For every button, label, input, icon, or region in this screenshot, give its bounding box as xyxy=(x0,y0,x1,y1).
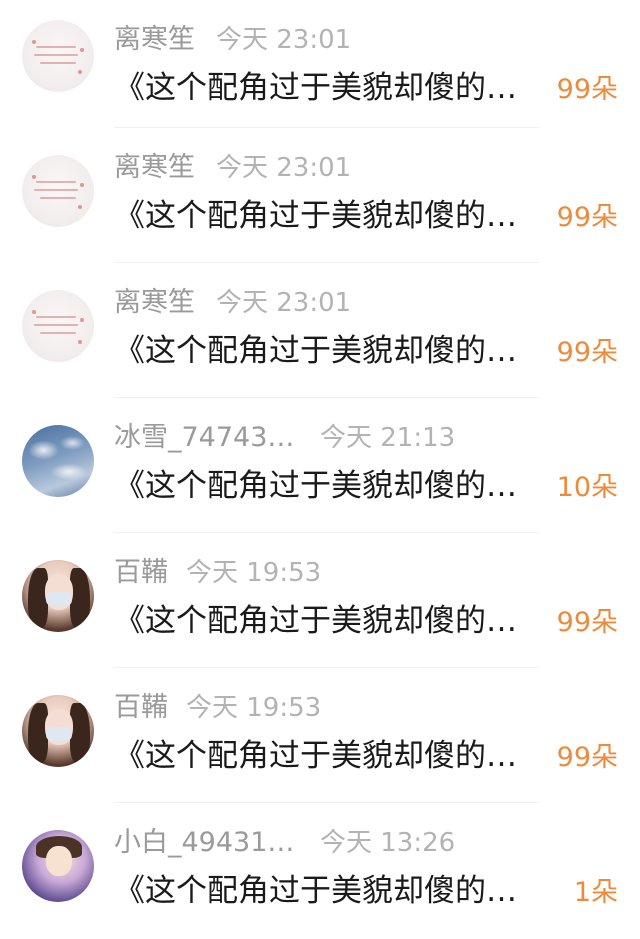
username[interactable]: 小白_49431… xyxy=(114,823,294,863)
flower-count: 99朵 xyxy=(556,742,618,773)
timestamp: 今天 23:01 xyxy=(216,288,352,318)
timestamp: 今天 19:53 xyxy=(186,693,322,723)
avatar[interactable] xyxy=(22,425,94,497)
timestamp: 今天 23:01 xyxy=(216,153,352,183)
avatar[interactable] xyxy=(22,290,94,362)
username[interactable]: 离寒笙 xyxy=(114,20,195,60)
message-text: 《这个配角过于美貌却傻的… xyxy=(114,738,517,774)
avatar[interactable] xyxy=(22,695,94,767)
list-item[interactable]: 离寒笙 今天 23:01 《这个配角过于美貌却傻的… 99朵 xyxy=(0,128,640,263)
list-item[interactable]: 百鞴 今天 19:53 《这个配角过于美貌却傻的… 99朵 xyxy=(0,533,640,668)
message-text: 《这个配角过于美貌却傻的… xyxy=(114,468,517,504)
username[interactable]: 离寒笙 xyxy=(114,283,195,323)
avatar[interactable] xyxy=(22,20,94,92)
message-text: 《这个配角过于美貌却傻的… xyxy=(114,333,517,369)
flower-count: 99朵 xyxy=(556,607,618,638)
flower-count: 1朵 xyxy=(573,877,618,908)
timestamp: 今天 19:53 xyxy=(186,558,322,588)
flower-count: 99朵 xyxy=(556,337,618,368)
message-text: 《这个配角过于美貌却傻的… xyxy=(114,70,517,106)
timestamp: 今天 23:01 xyxy=(216,25,352,55)
flower-count: 99朵 xyxy=(556,202,618,233)
list-item[interactable]: 小白_49431… 今天 13:26 《这个配角过于美貌却傻的… 1朵 xyxy=(0,803,640,938)
avatar[interactable] xyxy=(22,560,94,632)
message-list: 离寒笙 今天 23:01 《这个配角过于美貌却傻的… 99朵 离寒笙 今天 23… xyxy=(0,0,640,939)
list-item[interactable]: 离寒笙 今天 23:01 《这个配角过于美貌却傻的… 99朵 xyxy=(0,263,640,398)
avatar[interactable] xyxy=(22,830,94,902)
timestamp: 今天 13:26 xyxy=(320,828,456,858)
message-text: 《这个配角过于美貌却傻的… xyxy=(114,198,517,234)
timestamp: 今天 21:13 xyxy=(320,423,456,453)
flower-count: 99朵 xyxy=(556,74,618,105)
list-item[interactable]: 冰雪_74743… 今天 21:13 《这个配角过于美貌却傻的… 10朵 xyxy=(0,398,640,533)
avatar[interactable] xyxy=(22,155,94,227)
message-text: 《这个配角过于美貌却傻的… xyxy=(114,603,517,639)
flower-count: 10朵 xyxy=(556,472,618,503)
username[interactable]: 离寒笙 xyxy=(114,148,195,188)
list-item[interactable]: 离寒笙 今天 23:01 《这个配角过于美貌却傻的… 99朵 xyxy=(0,0,640,128)
list-item[interactable]: 百鞴 今天 19:53 《这个配角过于美貌却傻的… 99朵 xyxy=(0,668,640,803)
username[interactable]: 冰雪_74743… xyxy=(114,418,294,458)
username[interactable]: 百鞴 xyxy=(114,688,168,728)
username[interactable]: 百鞴 xyxy=(114,553,168,593)
message-text: 《这个配角过于美貌却傻的… xyxy=(114,873,517,909)
